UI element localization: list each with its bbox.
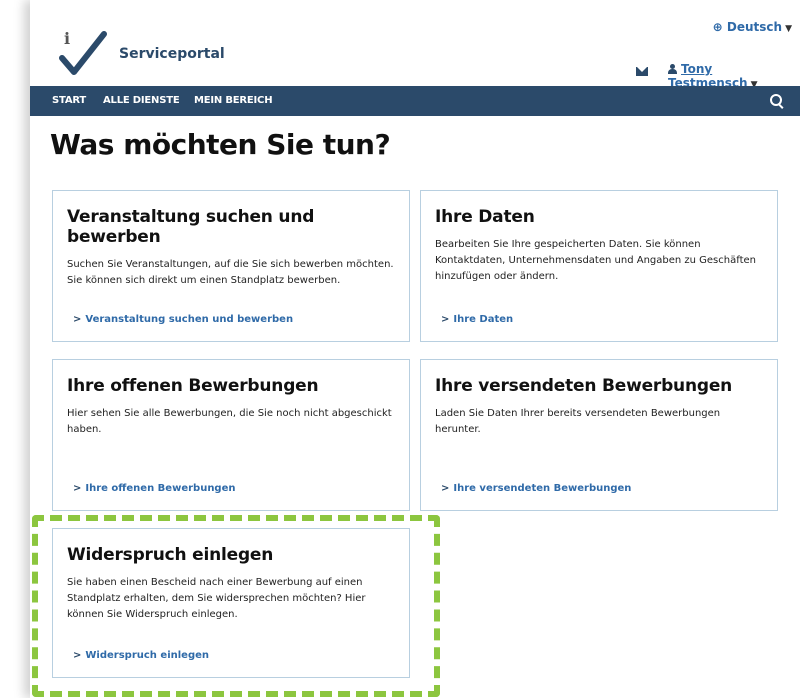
card-title: Ihre offenen Bewerbungen [67,376,319,396]
card-link-veranstaltung[interactable]: > Veranstaltung suchen und bewerben [73,314,293,325]
card-link-versendete-bewerbungen[interactable]: > Ihre versendeten Bewerbungen [441,483,631,494]
highlight-frame [32,515,440,697]
main-navigation: START ALLE DIENSTE MEIN BEREICH [30,86,800,116]
card-link-offene-bewerbungen[interactable]: > Ihre offenen Bewerbungen [73,483,236,494]
language-label: Deutsch [726,20,783,34]
card-link-label: Ihre offenen Bewerbungen [85,483,236,494]
card-title: Ihre versendeten Bewerbungen [435,376,733,396]
chevron-right-icon: > [73,483,82,494]
card-versendete-bewerbungen: Ihre versendeten Bewerbungen Laden Sie D… [420,359,778,511]
card-text: Bearbeiten Sie Ihre gespeicherten Daten.… [435,239,756,282]
chevron-right-icon: > [73,314,82,325]
browser-page: i Serviceportal ⊕ Deutsch ▼ Tony Testmens… [30,0,800,698]
user-icon [668,64,677,74]
card-link-ihre-daten[interactable]: > Ihre Daten [441,314,513,325]
language-selector[interactable]: ⊕ Deutsch ▼ [713,20,792,34]
nav-item-mein-bereich[interactable]: MEIN BEREICH [194,95,273,106]
card-ihre-daten: Ihre Daten Bearbeiten Sie Ihre gespeiche… [420,190,778,342]
globe-icon: ⊕ [712,20,723,34]
chevron-right-icon: > [441,483,450,494]
brand-title[interactable]: Serviceportal [119,46,225,62]
card-title: Ihre Daten [435,207,535,227]
logo-check-icon[interactable]: i [58,28,108,78]
card-veranstaltung: Veranstaltung suchen und bewerben Suchen… [52,190,410,342]
card-text: Laden Sie Daten Ihrer bereits versendete… [435,408,721,435]
card-link-label: Ihre Daten [453,314,514,325]
chevron-down-icon: ▼ [785,24,792,34]
mail-icon[interactable] [636,67,648,76]
search-icon[interactable] [770,94,782,106]
nav-item-start[interactable]: START [52,95,86,106]
card-text: Suchen Sie Veranstaltungen, auf die Sie … [67,259,394,286]
svg-text:i: i [64,29,70,48]
card-link-label: Ihre versendeten Bewerbungen [453,483,632,494]
chevron-right-icon: > [441,314,450,325]
page-title: Was möchten Sie tun? [50,128,391,161]
card-text: Hier sehen Sie alle Bewerbungen, die Sie… [67,408,392,435]
card-title: Veranstaltung suchen und bewerben [67,207,315,247]
card-offene-bewerbungen: Ihre offenen Bewerbungen Hier sehen Sie … [52,359,410,511]
card-link-label: Veranstaltung suchen und bewerben [85,314,294,325]
nav-item-alle-dienste[interactable]: ALLE DIENSTE [103,95,180,106]
